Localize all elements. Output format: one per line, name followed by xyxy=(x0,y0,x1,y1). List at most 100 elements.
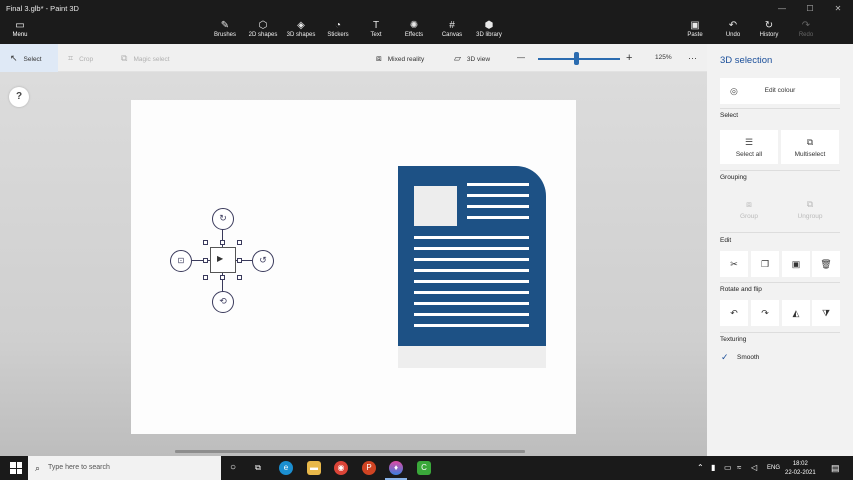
paste-icon[interactable]: ▣ xyxy=(782,251,810,277)
document-line xyxy=(414,247,529,250)
3d-view-label: 3D view xyxy=(466,56,491,63)
flip-vertical-icon[interactable]: ⧩ xyxy=(812,300,840,326)
panel-title: 3D selection xyxy=(720,55,773,66)
rotate-left-icon[interactable]: ↶ xyxy=(720,300,748,326)
zoom-out-button[interactable]: — xyxy=(517,44,525,72)
effects-button[interactable]: ✺ Effects xyxy=(399,20,429,44)
paste-button[interactable]: ▣ Paste xyxy=(682,20,708,44)
task-view-icon[interactable]: ⧉ xyxy=(251,461,265,475)
3d-view-icon: ▱ xyxy=(454,53,461,63)
resize-handle[interactable] xyxy=(220,275,225,280)
resize-handle[interactable] xyxy=(203,258,208,263)
text-button[interactable]: T Text xyxy=(362,20,390,44)
help-button[interactable]: ? xyxy=(9,87,29,107)
network-icon[interactable]: ▮ xyxy=(711,456,715,480)
cortana-icon[interactable]: ○ xyxy=(226,461,240,475)
document-line xyxy=(414,258,529,261)
divider xyxy=(720,332,840,333)
group-button[interactable]: ⧈ Group xyxy=(720,192,778,226)
windows-start-icon[interactable] xyxy=(10,462,22,474)
magic-select-icon: ⧉ xyxy=(121,53,128,63)
rotate-z-icon[interactable]: ↻ xyxy=(212,208,234,230)
resize-handle[interactable] xyxy=(237,240,242,245)
file-explorer-icon[interactable]: ▬ xyxy=(307,461,321,475)
delete-icon[interactable]: 🗑 xyxy=(812,251,840,277)
language-indicator[interactable]: ENG xyxy=(767,456,780,480)
flip-horizontal-icon[interactable]: ◭ xyxy=(782,300,810,326)
powerpoint-icon[interactable]: P xyxy=(362,461,376,475)
text-icon: T xyxy=(372,20,380,31)
minimize-button[interactable]: — xyxy=(768,0,796,18)
copy-icon[interactable]: ❐ xyxy=(751,251,779,277)
more-options-button[interactable]: ··· xyxy=(688,44,697,72)
mouse-cursor-icon: ▶ xyxy=(217,254,224,263)
menu-button[interactable]: ▭ Menu xyxy=(8,20,32,38)
select-all-button[interactable]: ☰ Select all xyxy=(720,130,778,164)
rotate-y-icon[interactable]: ↺ xyxy=(252,250,274,272)
divider xyxy=(720,232,840,233)
select-label: Select xyxy=(23,56,42,63)
notification-icon[interactable]: ▤ xyxy=(831,456,840,480)
palette-icon: ◎ xyxy=(730,86,738,96)
chrome-icon[interactable]: ◉ xyxy=(334,461,348,475)
multiselect-button[interactable]: ⧉ Multiselect xyxy=(781,130,839,164)
cut-icon[interactable]: ✂ xyxy=(720,251,748,277)
document-line xyxy=(414,291,529,294)
wifi-icon[interactable]: ≈ xyxy=(737,456,741,480)
document-line xyxy=(467,183,529,186)
taskbar-clock[interactable]: 18:02 22-02-2021 xyxy=(785,460,816,478)
rotate-flip-heading: Rotate and flip xyxy=(720,286,762,293)
resize-handle[interactable] xyxy=(203,275,208,280)
3d-library-icon: ⬢ xyxy=(484,20,494,31)
canvas-button[interactable]: # Canvas xyxy=(437,20,467,44)
camtasia-icon[interactable]: C xyxy=(417,461,431,475)
volume-icon[interactable]: ◁ xyxy=(751,456,757,480)
2d-shapes-icon: ⬡ xyxy=(258,20,268,31)
mixed-reality-button[interactable]: ⧈ Mixed reality xyxy=(376,44,424,72)
document-line xyxy=(467,205,529,208)
stickers-label: Stickers xyxy=(327,32,349,38)
battery-icon[interactable]: ▭ xyxy=(724,456,732,480)
mixed-reality-icon: ⧈ xyxy=(376,53,382,63)
zoom-slider-track[interactable] xyxy=(538,58,620,60)
group-icon: ⧈ xyxy=(746,199,752,209)
zoom-in-button[interactable]: + xyxy=(626,44,632,72)
maximize-button[interactable]: ☐ xyxy=(796,0,824,18)
undo-button[interactable]: ↶ Undo xyxy=(720,20,746,44)
ungroup-button[interactable]: ⧉ Ungroup xyxy=(781,192,839,226)
2d-shapes-button[interactable]: ⬡ 2D shapes xyxy=(244,20,282,44)
horizontal-scrollbar[interactable] xyxy=(175,450,525,453)
rotate-x-icon[interactable]: ⟲ xyxy=(212,291,234,313)
redo-button[interactable]: ↷ Redo xyxy=(793,20,819,44)
resize-handle[interactable] xyxy=(203,240,208,245)
3d-view-button[interactable]: ▱ 3D view xyxy=(454,44,490,72)
resize-handle[interactable] xyxy=(237,275,242,280)
document-line xyxy=(414,269,529,272)
select-tool[interactable]: ↖ Select xyxy=(0,44,58,72)
3d-library-button[interactable]: ⬢ 3D library xyxy=(471,20,507,44)
edit-colour-button[interactable]: ◎ Edit colour xyxy=(720,78,840,104)
close-button[interactable]: ✕ xyxy=(824,0,852,18)
search-placeholder: Type here to search xyxy=(48,464,110,471)
depth-icon[interactable]: ⊡ xyxy=(170,250,192,272)
magic-select-tool[interactable]: ⧉ Magic select xyxy=(121,44,170,72)
resize-handle[interactable] xyxy=(237,258,242,263)
canvas-icon: # xyxy=(449,20,455,31)
ungroup-label: Ungroup xyxy=(797,213,823,220)
zoom-slider-thumb[interactable] xyxy=(574,52,579,65)
history-button[interactable]: ↻ History xyxy=(755,20,783,44)
rotate-right-icon[interactable]: ↷ xyxy=(751,300,779,326)
document-line xyxy=(467,194,529,197)
stickers-button[interactable]: ◔ Stickers xyxy=(322,20,354,44)
crop-tool[interactable]: ⌗ Crop xyxy=(68,44,93,72)
smooth-checkbox[interactable]: ✓ xyxy=(721,352,729,363)
3d-shapes-icon: ◈ xyxy=(297,20,305,31)
2d-shapes-label: 2D shapes xyxy=(248,32,278,38)
resize-handle[interactable] xyxy=(220,240,225,245)
3d-shapes-button[interactable]: ◈ 3D shapes xyxy=(283,20,319,44)
edge-icon[interactable]: e xyxy=(279,461,293,475)
show-hidden-icons-icon[interactable]: ⌃ xyxy=(697,456,704,480)
paint-3d-icon[interactable]: ♦ xyxy=(389,461,403,475)
brushes-button[interactable]: ✎ Brushes xyxy=(208,20,242,44)
taskbar-search[interactable]: ⌕ Type here to search xyxy=(28,456,221,480)
